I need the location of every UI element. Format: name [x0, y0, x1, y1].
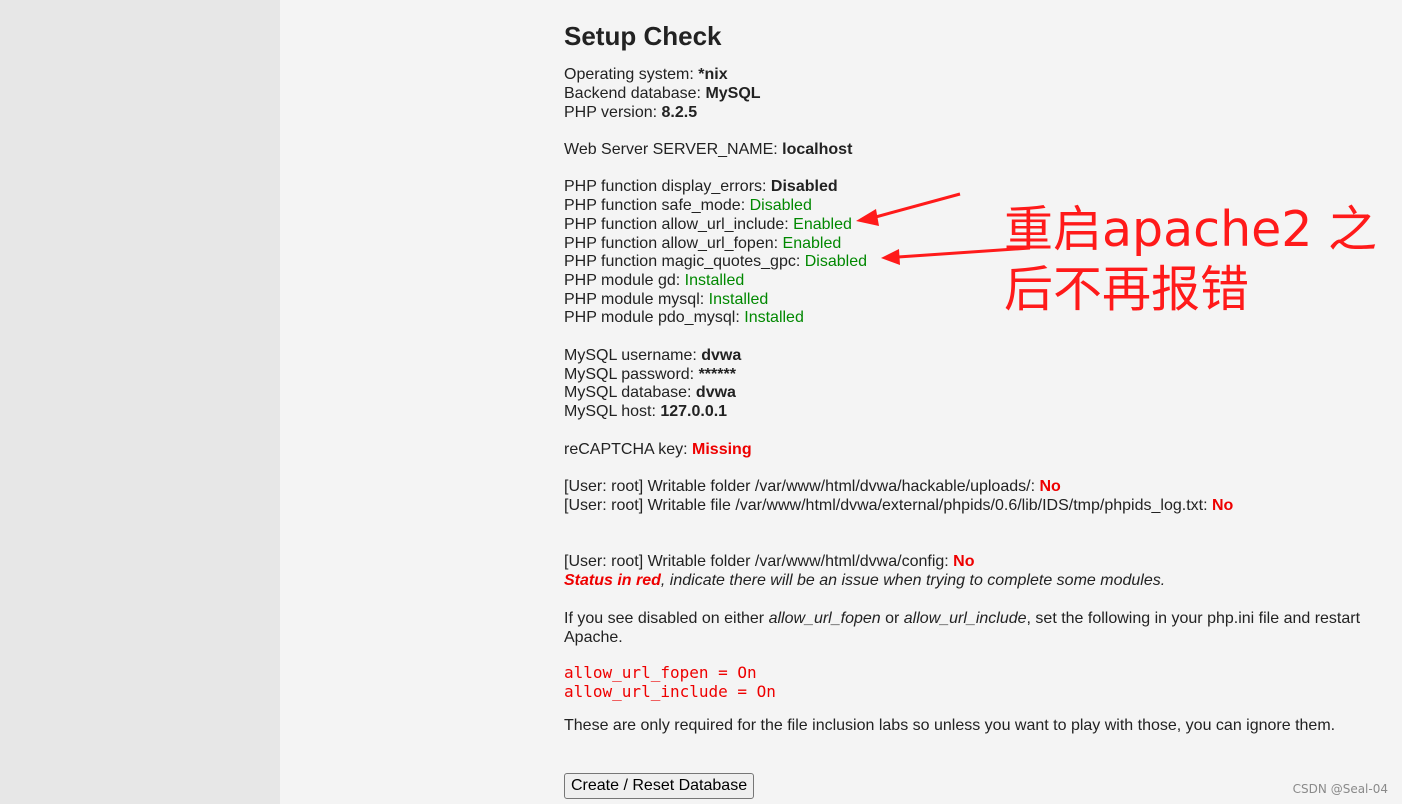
php-check-status: Installed — [684, 272, 745, 289]
mysql-username-row: MySQL username: dvwa — [564, 347, 742, 364]
server-name-value: localhost — [782, 141, 853, 158]
main-panel — [280, 0, 1402, 804]
php-check-allow-url-fopen: PHP function allow_url_fopen: Enabled — [564, 235, 842, 252]
php-module-mysql: PHP module mysql: Installed — [564, 291, 769, 308]
php-check-status: Disabled — [770, 178, 838, 195]
php-check-magic-quotes: PHP function magic_quotes_gpc: Disabled — [564, 253, 868, 270]
php-check-display-errors: PHP function display_errors: Disabled — [564, 178, 838, 195]
os-value: *nix — [698, 66, 728, 83]
php-module-gd: PHP module gd: Installed — [564, 272, 745, 289]
mysql-host-row: MySQL host: 127.0.0.1 — [564, 403, 728, 420]
php-check-status: Enabled — [782, 235, 842, 252]
php-check-safe-mode: PHP function safe_mode: Disabled — [564, 197, 812, 214]
mysql-database-row: MySQL database: dvwa — [564, 384, 736, 401]
server-name-row: Web Server SERVER_NAME: localhost — [564, 141, 853, 158]
php-check-allow-url-include: PHP function allow_url_include: Enabled — [564, 216, 852, 233]
php-check-status: Disabled — [749, 197, 812, 214]
php-version-row: PHP version: 8.2.5 — [564, 104, 698, 121]
status-note: Status in red, indicate there will be an… — [564, 572, 1166, 589]
handwritten-annotation: 重启apache2 之 后不再报错 — [1004, 201, 1378, 318]
page-title: Setup Check — [564, 21, 722, 51]
code-allow-url-fopen: allow_url_fopen = On — [564, 663, 757, 682]
csdn-watermark: CSDN @Seal-04 — [1292, 782, 1388, 796]
php-check-status: Enabled — [793, 216, 852, 233]
php-check-status: Installed — [744, 309, 804, 326]
recaptcha-row: reCAPTCHA key: Missing — [564, 441, 752, 458]
php-module-pdo-mysql: PHP module pdo_mysql: Installed — [564, 309, 804, 326]
create-reset-database-button[interactable]: Create / Reset Database — [564, 773, 755, 799]
code-allow-url-include: allow_url_include = On — [564, 682, 776, 701]
recaptcha-status: Missing — [692, 441, 752, 458]
mysql-password-row: MySQL password: ****** — [564, 366, 736, 383]
writable-phpids-row: [User: root] Writable file /var/www/html… — [564, 497, 1234, 514]
php-check-status: Disabled — [804, 253, 868, 270]
backend-db-row: Backend database: MySQL — [564, 85, 761, 102]
backend-db-value: MySQL — [705, 85, 761, 102]
php-version-value: 8.2.5 — [661, 104, 698, 121]
writable-config-row: [User: root] Writable folder /var/www/ht… — [564, 553, 975, 570]
os-row: Operating system: *nix — [564, 66, 728, 83]
php-check-status: Installed — [708, 291, 769, 308]
left-sidebar-area — [0, 0, 280, 804]
writable-uploads-row: [User: root] Writable folder /var/www/ht… — [564, 478, 1061, 495]
file-inclusion-note: These are only required for the file inc… — [564, 717, 1336, 734]
fopen-include-note: If you see disabled on either allow_url_… — [564, 610, 1361, 646]
